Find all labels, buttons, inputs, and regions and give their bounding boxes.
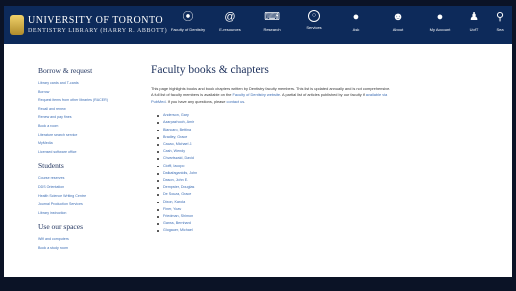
faculty-member-link[interactable]: Ganss, Bernhard <box>157 220 441 227</box>
faculty-member-link[interactable]: Finer, Yoav <box>157 206 441 213</box>
at-sign-icon: @ <box>224 11 236 23</box>
contact-us-link[interactable]: contact us <box>227 99 245 104</box>
nav-item-label: E-resources <box>219 27 241 32</box>
nav-item-label: Faculty of Dentistry <box>170 27 206 32</box>
faculty-member-link[interactable]: Chvartszaid, David <box>157 155 441 162</box>
content-panel: Borrow & request Library cards and T-card… <box>4 44 512 277</box>
faculty-website-link[interactable]: Faculty of Dentistry website <box>233 92 281 97</box>
nav-item-my-account[interactable]: ● My Account <box>422 10 458 32</box>
faculty-member-link[interactable]: Azarpazhooh, Amir <box>157 119 441 126</box>
faculty-member-link[interactable]: Glogauer, Michael <box>157 227 441 234</box>
sidebar-link[interactable]: Library instruction <box>38 209 122 218</box>
main-content: Faculty books & chapters This page highl… <box>151 64 441 235</box>
about-people-icon: ☻ <box>392 11 404 23</box>
faculty-member-link[interactable]: Biancaro, Bettina <box>157 127 441 134</box>
faculty-member-link[interactable]: Dempster, Douglas <box>157 184 441 191</box>
sidebar-link[interactable]: Wifi and computers <box>38 235 122 244</box>
nav-item-research[interactable]: ⌨ Research <box>254 10 290 32</box>
sidebar-link[interactable]: Literature search service <box>38 131 122 140</box>
faculty-list: Anderson, Gary Azarpazhooh, Amir Biancaro,… <box>151 112 441 234</box>
faculty-member-link[interactable]: De Souza, Grace <box>157 191 441 198</box>
account-icon: ● <box>436 11 444 23</box>
sidebar-section: Use our spaces Wifi and computers Book a s… <box>38 222 122 252</box>
nav-item-label: My Account <box>429 27 451 32</box>
sidebar-link[interactable]: Book a study room <box>38 244 122 253</box>
faculty-member-link[interactable]: Dason, John E. <box>157 177 441 184</box>
faculty-member-link[interactable]: Dixon, Karola <box>157 199 441 206</box>
sidebar-link[interactable]: Journal Production Services <box>38 200 122 209</box>
site-brand[interactable]: UNIVERSITY OF TORONTO DENTISTRY LIBRARY … <box>28 16 167 36</box>
keyboard-icon: ⌨ <box>264 11 280 23</box>
page-title: Faculty books & chapters <box>151 64 269 76</box>
circle-icon: ○ <box>308 10 320 22</box>
intro-text: . <box>244 98 246 104</box>
sidebar-link[interactable]: Recall and renew <box>38 105 122 114</box>
sidebar-heading: Students <box>38 161 64 171</box>
site-header: UNIVERSITY OF TORONTO DENTISTRY LIBRARY … <box>4 6 512 44</box>
sidebar-section: Students Course reserves DDS Orientation He… <box>38 161 122 217</box>
nav-item-label: UofT <box>469 27 479 32</box>
browser-frame: UNIVERSITY OF TORONTO DENTISTRY LIBRARY … <box>0 0 516 291</box>
sidebar-heading: Borrow & request <box>38 66 93 75</box>
sidebar-link[interactable]: Course reserves <box>38 174 122 183</box>
sidebar-link[interactable]: Library cards and T-cards <box>38 79 122 88</box>
university-crest-logo[interactable] <box>10 15 24 35</box>
sidebar-navigation: Borrow & request Library cards and T-card… <box>38 66 122 258</box>
nav-item-label: Services <box>306 25 322 30</box>
intro-text: . If you have any questions, please <box>165 98 227 104</box>
sidebar-link[interactable]: DDS Orientation <box>38 183 122 192</box>
nav-item-e-resources[interactable]: @ E-resources <box>212 10 248 32</box>
nav-item-faculty-of-dentistry[interactable]: ⦿ Faculty of Dentistry <box>170 10 206 32</box>
sidebar-link[interactable]: Book a room <box>38 122 122 131</box>
nav-item-label: Ask <box>352 27 360 32</box>
sidebar-heading: Use our spaces <box>38 222 83 232</box>
person-icon: ♟ <box>469 11 479 23</box>
university-name: UNIVERSITY OF TORONTO <box>28 15 164 26</box>
sidebar-link[interactable]: Health Science Writing Centre <box>38 192 122 201</box>
nav-item-sea[interactable]: ⚲ Sea <box>490 10 510 32</box>
nav-item-ask[interactable]: ● Ask <box>338 10 374 32</box>
faculty-member-link[interactable]: Friedman, Shimon <box>157 213 441 220</box>
nav-item-label: About <box>392 27 404 32</box>
search-icon: ⚲ <box>495 11 505 23</box>
nav-item-uoft[interactable]: ♟ UofT <box>464 10 484 32</box>
library-name: DENTISTRY LIBRARY (HARRY R. ABBOTT) <box>28 28 168 34</box>
faculty-member-link[interactable]: Bradley, Grace <box>157 134 441 141</box>
nav-item-label: Sea <box>496 27 504 32</box>
sidebar-link[interactable]: Renew and pay fines <box>38 113 122 122</box>
faculty-member-link[interactable]: Cioffi, Iacopo <box>157 163 441 170</box>
sidebar-link[interactable]: Licensed software office <box>38 148 122 157</box>
faculty-member-link[interactable]: Dalkafaganidis, John <box>157 170 441 177</box>
nav-item-services[interactable]: ○ Services <box>296 10 332 30</box>
tooth-icon: ⦿ <box>182 11 194 23</box>
faculty-member-link[interactable]: Anderson, Gary <box>157 112 441 119</box>
chat-bubble-icon: ● <box>352 11 360 23</box>
sidebar-link[interactable]: Request items from other libraries (RACE… <box>38 96 122 105</box>
nav-item-about[interactable]: ☻ About <box>380 10 416 32</box>
intro-paragraph: This page highlights books and book chap… <box>151 86 391 105</box>
sidebar-link[interactable]: MyMedia <box>38 139 122 148</box>
sidebar-link[interactable]: Borrow <box>38 88 122 97</box>
faculty-member-link[interactable]: Cacao, Michael J. <box>157 141 441 148</box>
main-navigation: ⦿ Faculty of Dentistry @ E-resources ⌨ Resear… <box>170 10 510 42</box>
faculty-member-link[interactable]: Cash, Wendy <box>157 148 441 155</box>
nav-item-label: Research <box>263 27 281 32</box>
intro-text: . A partial list of articles published b… <box>280 92 366 98</box>
sidebar-section: Borrow & request Library cards and T-card… <box>38 66 122 156</box>
